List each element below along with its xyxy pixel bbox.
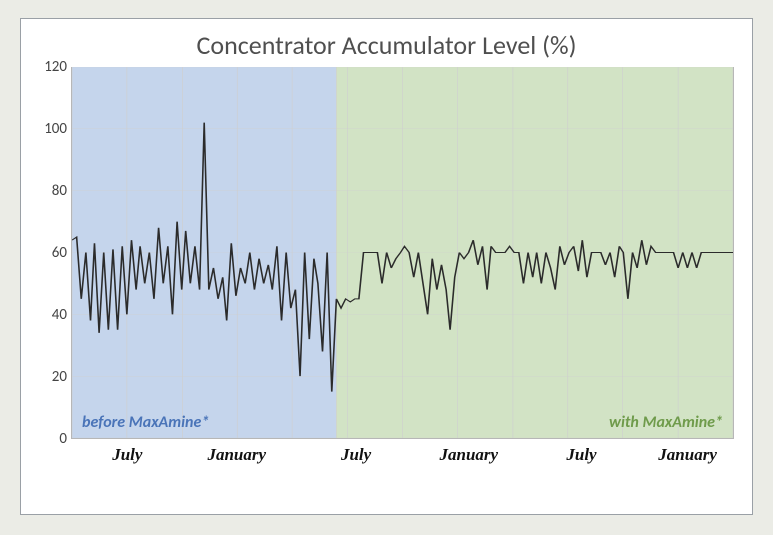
chart-panel-outer: Concentrator Accumulator Level (%) 0 20 40…	[0, 0, 773, 535]
data-series	[72, 67, 733, 438]
y-axis: 020406080100120	[35, 67, 71, 439]
y-tick-label: 100	[35, 120, 67, 138]
y-tick-label: 0	[35, 430, 67, 448]
x-tick-label: January	[658, 445, 717, 465]
annotation-green: with MaxAmine*	[609, 413, 723, 432]
x-axis: July January July January July January	[71, 439, 734, 475]
plot-area: before MaxAmine* with MaxAmine*	[71, 67, 734, 439]
y-tick-label: 60	[35, 244, 67, 262]
x-tick-label: January	[207, 445, 266, 465]
x-tick-label: July	[566, 445, 596, 465]
chart-title: Concentrator Accumulator Level (%)	[35, 29, 738, 61]
plot-wrap: 020406080100120 before MaxAmine*with Max…	[35, 67, 738, 477]
x-tick-label: July	[341, 445, 371, 465]
y-tick-label: 120	[35, 58, 67, 76]
x-tick-label: July	[112, 445, 142, 465]
y-tick-label: 80	[35, 182, 67, 200]
y-tick-label: 20	[35, 368, 67, 386]
chart-panel: Concentrator Accumulator Level (%) 0 20 40…	[20, 18, 753, 515]
x-tick-label: January	[440, 445, 499, 465]
annotation-blue: before MaxAmine*	[82, 413, 209, 432]
y-tick-label: 40	[35, 306, 67, 324]
